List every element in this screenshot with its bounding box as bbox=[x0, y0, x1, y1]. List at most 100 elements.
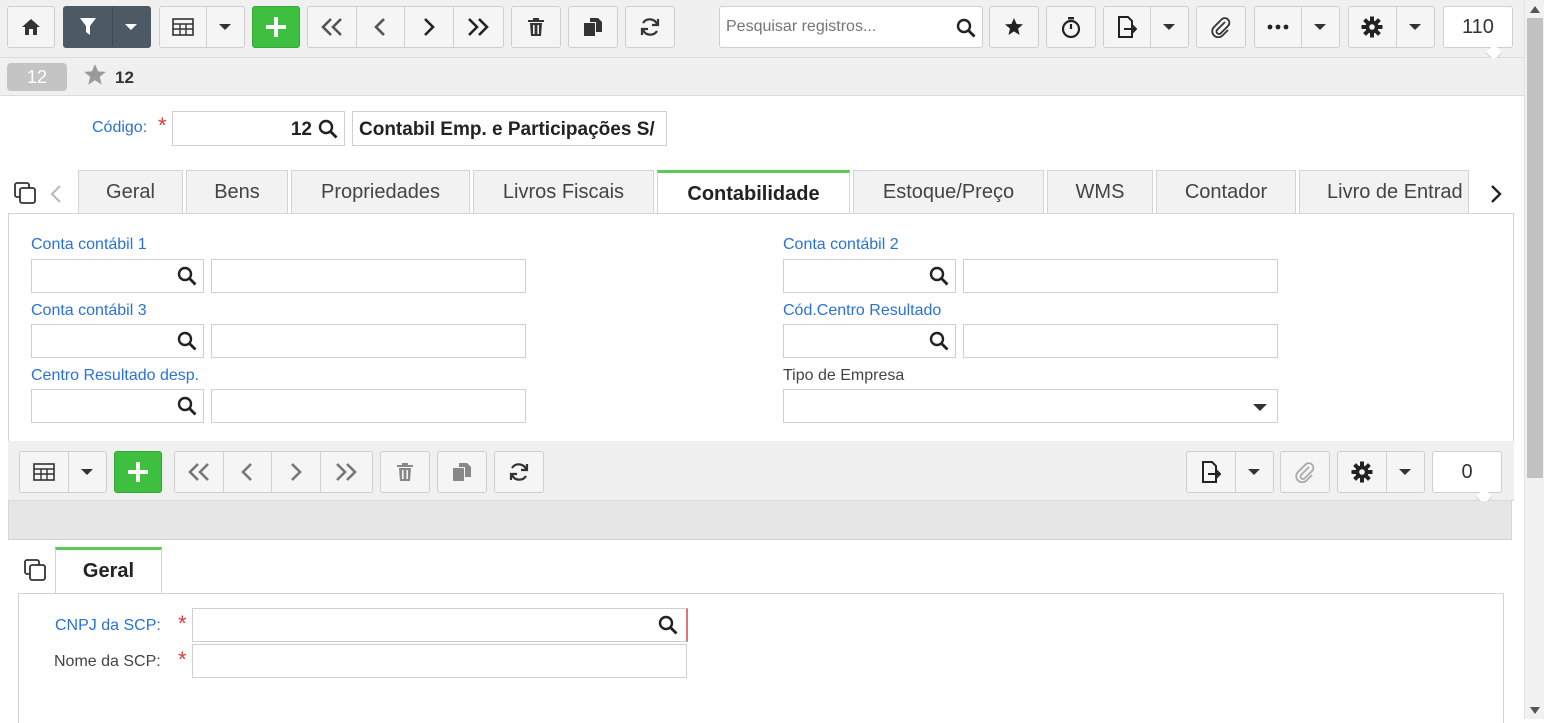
scroll-down-icon[interactable] bbox=[1530, 707, 1540, 714]
view-dropdown[interactable] bbox=[207, 7, 244, 47]
chevron-down-icon bbox=[1314, 24, 1327, 30]
tab-contabilidade[interactable]: Contabilidade bbox=[657, 170, 850, 216]
sub-next-record-button[interactable] bbox=[272, 452, 321, 492]
conta-contabil-3-code-field[interactable] bbox=[31, 324, 204, 358]
next-record-button[interactable] bbox=[405, 7, 454, 47]
record-count-value: 110 bbox=[1462, 15, 1494, 38]
scrollbar-thumb[interactable] bbox=[1527, 18, 1543, 478]
search-icon[interactable] bbox=[929, 331, 949, 351]
tab-livros-fiscais[interactable]: Livros Fiscais bbox=[473, 170, 654, 214]
delete-button[interactable] bbox=[511, 6, 561, 48]
sub-tab-geral[interactable]: Geral bbox=[55, 547, 162, 593]
ellipsis-icon bbox=[1267, 24, 1289, 30]
code-field[interactable]: 12 bbox=[172, 111, 345, 146]
search-icon[interactable] bbox=[929, 266, 949, 286]
tab-propriedades[interactable]: Propriedades bbox=[291, 170, 470, 214]
chevron-left-icon bbox=[241, 463, 253, 481]
home-icon bbox=[22, 19, 40, 35]
conta-contabil-2-desc-field[interactable] bbox=[963, 259, 1278, 293]
tab-estoque-preco[interactable]: Estoque/Preço bbox=[853, 170, 1044, 214]
favorite-star-icon[interactable] bbox=[82, 63, 108, 87]
table-icon bbox=[33, 463, 55, 481]
grid-view-button[interactable] bbox=[160, 7, 207, 47]
settings-button[interactable] bbox=[1349, 7, 1397, 47]
sub-last-record-button[interactable] bbox=[321, 452, 372, 492]
required-asterisk: * bbox=[158, 113, 167, 138]
tab-contador[interactable]: Contador bbox=[1156, 170, 1296, 214]
sub-duplicate-button[interactable] bbox=[437, 451, 487, 493]
favorite-button[interactable] bbox=[989, 6, 1039, 48]
centro-resultado-code-field[interactable] bbox=[783, 324, 956, 358]
search-icon[interactable] bbox=[177, 396, 197, 416]
tipo-empresa-select[interactable] bbox=[783, 389, 1278, 423]
sub-delete-button[interactable] bbox=[380, 451, 430, 493]
centro-resultado-desc-field[interactable] bbox=[963, 324, 1278, 358]
conta-contabil-3-desc-field[interactable] bbox=[211, 324, 526, 358]
tab-bens[interactable]: Bens bbox=[186, 170, 288, 214]
sub-view-dropdown[interactable] bbox=[69, 452, 106, 492]
refresh-button[interactable] bbox=[625, 6, 675, 48]
conta-contabil-1-desc-field[interactable] bbox=[211, 259, 526, 293]
sub-settings-dropdown[interactable] bbox=[1387, 452, 1424, 492]
record-id-badge: 12 bbox=[7, 63, 67, 91]
copy-tabs-icon[interactable] bbox=[13, 181, 37, 205]
last-record-button[interactable] bbox=[454, 7, 503, 47]
more-actions-button[interactable] bbox=[1255, 7, 1302, 47]
attachments-button[interactable] bbox=[1196, 6, 1246, 48]
sub-grid-view-button[interactable] bbox=[20, 452, 69, 492]
search-icon[interactable] bbox=[658, 615, 678, 635]
chevron-left-icon[interactable] bbox=[49, 184, 63, 204]
chevron-down-icon bbox=[81, 469, 94, 475]
tipo-empresa-label: Tipo de Empresa bbox=[783, 367, 905, 384]
chevron-right-icon[interactable] bbox=[1489, 184, 1503, 204]
centro-resultado-desp-code-field[interactable] bbox=[31, 389, 204, 423]
filter-button[interactable] bbox=[64, 7, 113, 47]
timer-button[interactable] bbox=[1046, 6, 1096, 48]
search-icon[interactable] bbox=[177, 266, 197, 286]
tab-label: WMS bbox=[1075, 181, 1125, 203]
export-button-group bbox=[1103, 6, 1189, 48]
sub-first-record-button[interactable] bbox=[175, 452, 224, 492]
sub-previous-record-button[interactable] bbox=[224, 452, 273, 492]
settings-dropdown[interactable] bbox=[1397, 7, 1434, 47]
company-name-field[interactable]: Contabil Emp. e Participações S/ bbox=[352, 111, 667, 146]
sub-export-button[interactable] bbox=[1187, 452, 1236, 492]
export-button[interactable] bbox=[1104, 7, 1151, 47]
scroll-up-icon[interactable] bbox=[1530, 6, 1540, 13]
double-chevron-left-icon bbox=[187, 463, 209, 481]
more-actions-dropdown[interactable] bbox=[1302, 7, 1339, 47]
more-actions-group bbox=[1254, 6, 1340, 48]
refresh-icon bbox=[509, 463, 529, 481]
nome-scp-field[interactable] bbox=[192, 644, 687, 678]
export-dropdown[interactable] bbox=[1151, 7, 1188, 47]
conta-contabil-2-code-field[interactable] bbox=[783, 259, 956, 293]
search-icon[interactable] bbox=[956, 18, 976, 38]
sub-settings-button[interactable] bbox=[1338, 452, 1387, 492]
sub-refresh-button[interactable] bbox=[494, 451, 544, 493]
copy-tabs-icon[interactable] bbox=[23, 558, 47, 582]
home-button[interactable] bbox=[7, 6, 55, 48]
search-icon[interactable] bbox=[177, 331, 197, 351]
search-input[interactable] bbox=[720, 7, 948, 47]
conta-contabil-1-code-field[interactable] bbox=[31, 259, 204, 293]
record-count-badge: 110 bbox=[1443, 6, 1513, 48]
sub-attachments-button[interactable] bbox=[1280, 451, 1330, 493]
conta-contabil-2-label: Conta contábil 2 bbox=[783, 236, 899, 253]
tab-wms[interactable]: WMS bbox=[1047, 170, 1153, 214]
filter-dropdown[interactable] bbox=[113, 7, 150, 47]
star-icon bbox=[1005, 18, 1023, 35]
sub-export-dropdown[interactable] bbox=[1236, 452, 1273, 492]
vertical-scrollbar[interactable] bbox=[1524, 0, 1544, 719]
sub-add-button[interactable] bbox=[114, 451, 162, 493]
previous-record-button[interactable] bbox=[357, 7, 405, 47]
cnpj-scp-field[interactable] bbox=[192, 608, 688, 642]
duplicate-button[interactable] bbox=[568, 6, 618, 48]
view-button-group bbox=[159, 6, 245, 48]
tab-livro-de-entrada[interactable]: Livro de Entrad bbox=[1299, 170, 1469, 214]
centro-resultado-desp-desc-field[interactable] bbox=[211, 389, 526, 423]
search-icon[interactable] bbox=[318, 119, 338, 139]
tab-geral[interactable]: Geral bbox=[78, 170, 183, 214]
add-button[interactable] bbox=[252, 6, 300, 48]
chevron-down-icon bbox=[219, 24, 232, 30]
first-record-button[interactable] bbox=[308, 7, 357, 47]
